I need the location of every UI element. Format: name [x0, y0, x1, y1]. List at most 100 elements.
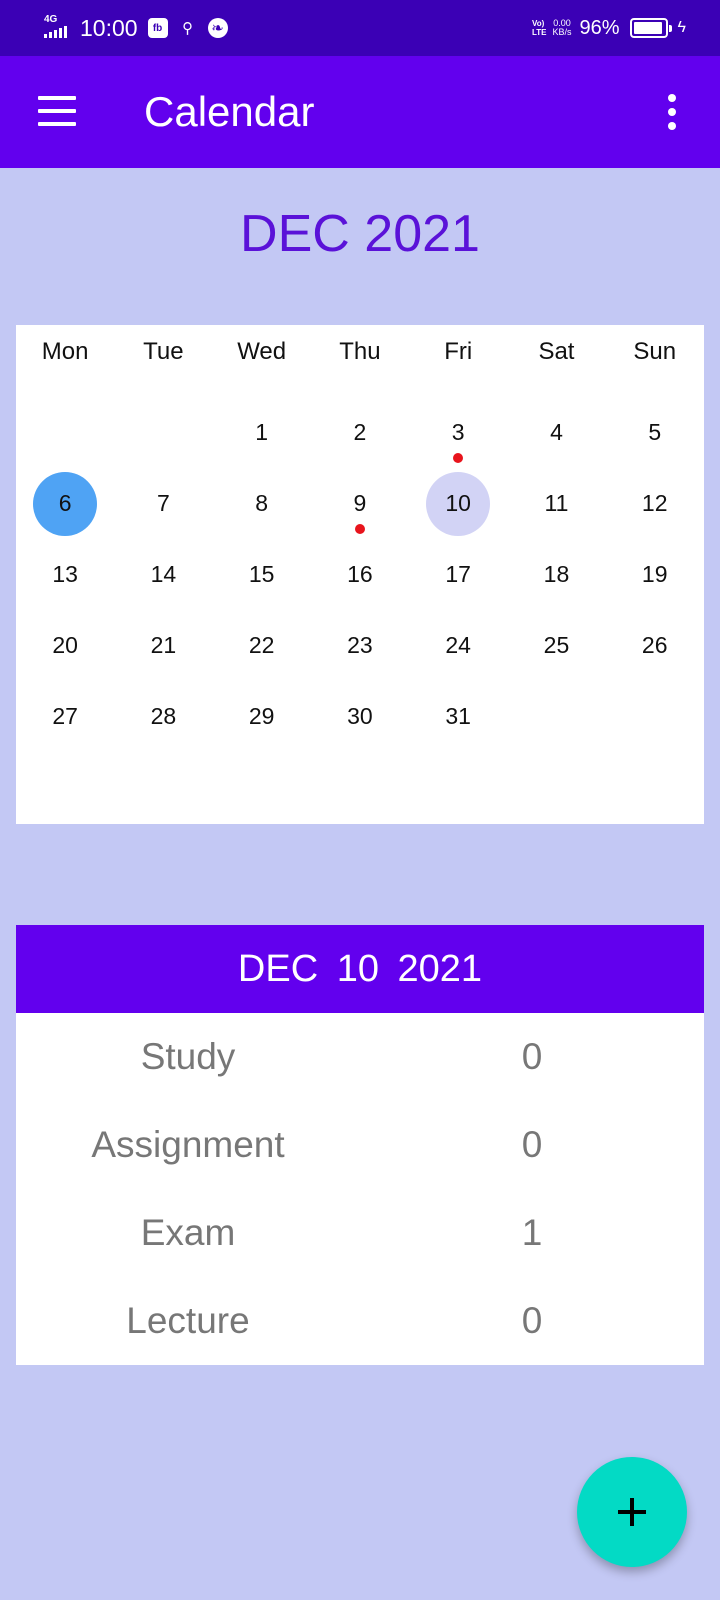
- day-number: 25: [543, 632, 570, 658]
- day-number: 12: [641, 490, 668, 516]
- calendar-day-18[interactable]: 18: [507, 539, 605, 610]
- calendar-day-2[interactable]: 2: [311, 397, 409, 468]
- weekday-label: Fri: [444, 338, 473, 365]
- month-title: DEC 2021: [240, 205, 480, 263]
- day-number: 13: [52, 561, 78, 587]
- calendar-week-row: 6 7 8 9 10 11 12: [16, 468, 704, 539]
- calendar-empty-cell: [606, 681, 704, 752]
- day-number: 10: [445, 490, 471, 516]
- calendar-day-6[interactable]: 6: [16, 468, 114, 539]
- calendar-day-22[interactable]: 22: [213, 610, 311, 681]
- calendar-day-28[interactable]: 28: [114, 681, 212, 752]
- network-type: 4G: [44, 14, 58, 25]
- day-number: 21: [150, 632, 177, 658]
- day-number: 9: [353, 490, 367, 516]
- selected-date-header: DEC 10 2021: [16, 925, 704, 1013]
- battery-percent: 96%: [579, 16, 620, 39]
- calendar-day-9[interactable]: 9: [311, 468, 409, 539]
- day-number: 28: [150, 703, 177, 729]
- calendar-day-10[interactable]: 10: [409, 468, 507, 539]
- calendar-day-27[interactable]: 27: [16, 681, 114, 752]
- more-vert-icon[interactable]: [666, 94, 678, 130]
- calendar-empty-cell: [16, 397, 114, 468]
- notification-app-icon: fb: [147, 18, 168, 38]
- weekday-label: Thu: [339, 338, 381, 365]
- leaf-icon: ❧: [207, 18, 228, 38]
- calendar-day-12[interactable]: 12: [606, 468, 704, 539]
- day-number: 7: [157, 490, 170, 516]
- add-event-button[interactable]: [577, 1457, 687, 1567]
- calendar-day-5[interactable]: 5: [606, 397, 704, 468]
- weekday-label: Sat: [538, 338, 575, 365]
- day-number: 23: [347, 632, 373, 658]
- weekday-label: Mon: [41, 338, 89, 365]
- calendar-day-14[interactable]: 14: [114, 539, 212, 610]
- calendar-day-20[interactable]: 20: [16, 610, 114, 681]
- usb-icon: ⚲: [182, 20, 194, 37]
- app-title: Calendar: [144, 88, 315, 135]
- calendar-day-11[interactable]: 11: [507, 468, 605, 539]
- calendar-day-7[interactable]: 7: [114, 468, 212, 539]
- weekday-label: Tue: [143, 338, 184, 365]
- battery-fill: [633, 22, 663, 34]
- calendar-day-8[interactable]: 8: [213, 468, 311, 539]
- calendar-day-26[interactable]: 26: [606, 610, 704, 681]
- day-number: 20: [52, 632, 78, 658]
- calendar-grid: 1 2 3 4 5 6 7 8 9 10 11 12 13 14 15 16 17 18 19 20 21 22 23 24 2…: [16, 397, 704, 752]
- calendar-day-19[interactable]: 19: [606, 539, 704, 610]
- charging-icon: ϟ: [677, 19, 686, 36]
- day-number: 11: [544, 490, 569, 516]
- event-summary: Study 0 Assignment 0 Exam 1 Lecture 0: [16, 1013, 704, 1365]
- status-right: Vo) LTE 0.00 KB/s 96% ϟ: [532, 17, 686, 40]
- calendar-day-16[interactable]: 16: [311, 539, 409, 610]
- calendar-card: Mon Tue Wed Thu Fri Sat Sun 1 2 3 4 5 6 7 8 9 10 11 12 13 1…: [16, 325, 704, 824]
- calendar-day-1[interactable]: 1: [213, 397, 311, 468]
- day-number: 30: [347, 703, 373, 729]
- weekday-label: Sun: [633, 338, 677, 365]
- day-number: 6: [58, 490, 72, 516]
- event-type-label: Assignment: [91, 1124, 285, 1165]
- weekday-header: Mon Tue Wed Thu Fri Sat Sun: [16, 325, 704, 379]
- calendar-day-15[interactable]: 15: [213, 539, 311, 610]
- day-number: 8: [255, 490, 269, 516]
- event-dot-indicator: [453, 453, 464, 463]
- event-type-count: 0: [521, 1300, 543, 1341]
- hamburger-menu-icon[interactable]: [38, 96, 76, 126]
- event-type-label: Exam: [140, 1212, 236, 1253]
- day-number: 27: [52, 703, 78, 729]
- calendar-day-3[interactable]: 3: [409, 397, 507, 468]
- day-number: 16: [347, 561, 373, 587]
- day-number: 24: [445, 632, 471, 658]
- event-type-count: 0: [521, 1124, 543, 1165]
- day-number: 5: [648, 419, 662, 445]
- calendar-week-row: 1 2 3 4 5: [16, 397, 704, 468]
- calendar-day-24[interactable]: 24: [409, 610, 507, 681]
- day-number: 31: [445, 703, 471, 729]
- day-number: 19: [641, 561, 668, 587]
- calendar-day-21[interactable]: 21: [114, 610, 212, 681]
- summary-row-lecture: Lecture 0: [16, 1277, 704, 1365]
- event-type-label: Lecture: [126, 1300, 250, 1341]
- battery-icon: [629, 18, 672, 38]
- calendar-day-13[interactable]: 13: [16, 539, 114, 610]
- calendar-day-29[interactable]: 29: [213, 681, 311, 752]
- event-type-label: Study: [140, 1036, 236, 1077]
- day-number: 18: [543, 561, 570, 587]
- calendar-day-4[interactable]: 4: [507, 397, 605, 468]
- day-number: 3: [451, 419, 465, 445]
- status-time: 10:00: [80, 14, 138, 41]
- calendar-day-30[interactable]: 30: [311, 681, 409, 752]
- event-dot-indicator: [354, 524, 365, 534]
- summary-row-exam: Exam 1: [16, 1189, 704, 1277]
- calendar-week-row: 13 14 15 16 17 18 19: [16, 539, 704, 610]
- calendar-empty-cell: [114, 397, 212, 468]
- calendar-day-23[interactable]: 23: [311, 610, 409, 681]
- calendar-week-row: 27 28 29 30 31: [16, 681, 704, 752]
- network-speed: 0.00 KB/s: [552, 18, 572, 37]
- event-type-count: 0: [521, 1036, 543, 1077]
- calendar-day-17[interactable]: 17: [409, 539, 507, 610]
- calendar-week-row: 20 21 22 23 24 25 26: [16, 610, 704, 681]
- calendar-day-31[interactable]: 31: [409, 681, 507, 752]
- app-bar: Calendar: [0, 56, 720, 168]
- calendar-day-25[interactable]: 25: [507, 610, 605, 681]
